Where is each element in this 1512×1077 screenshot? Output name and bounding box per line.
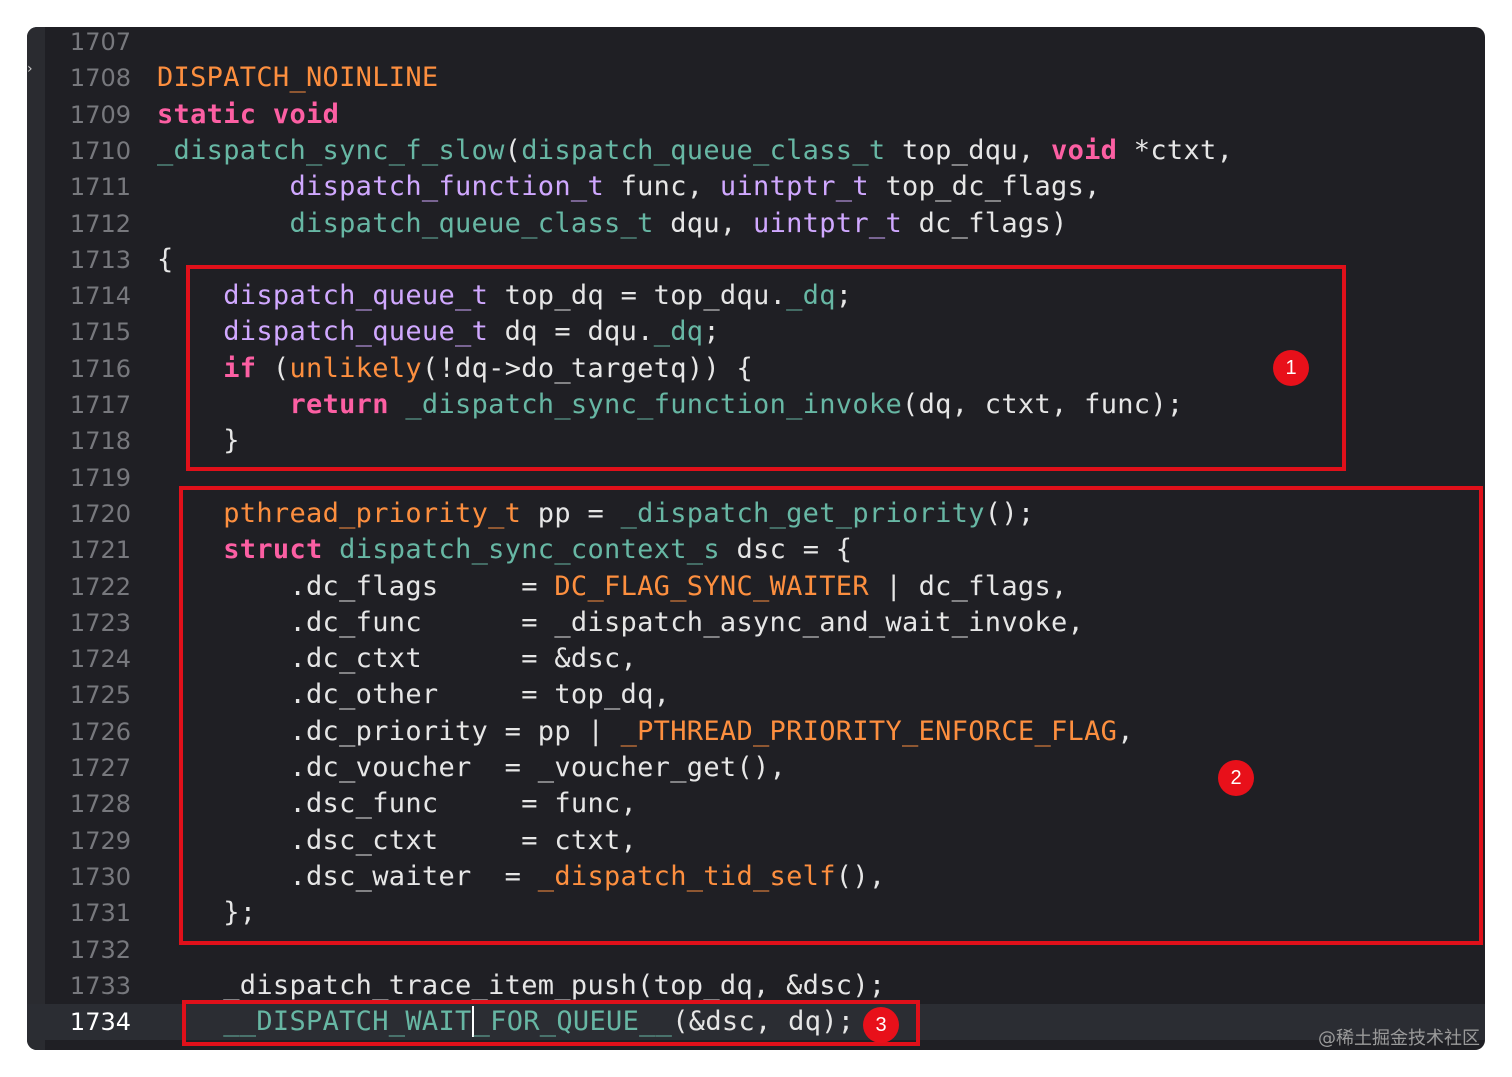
line-number[interactable]: 1715 bbox=[49, 314, 131, 350]
code-line[interactable]: 1708 DISPATCH_NOINLINE bbox=[27, 60, 1485, 96]
code-token: { bbox=[157, 243, 174, 275]
code-token: ( bbox=[504, 134, 522, 166]
line-number[interactable]: 1731 bbox=[49, 895, 131, 931]
code-token: _dispatch_sync_f_slow bbox=[157, 134, 505, 166]
line-number[interactable]: 1733 bbox=[49, 968, 131, 1004]
code-token: dc_flags) bbox=[902, 207, 1068, 239]
watermark: @稀土掘金技术社区 bbox=[1318, 1028, 1480, 1049]
code-line[interactable]: 1711 dispatch_function_t func, uintptr_t… bbox=[27, 169, 1485, 205]
line-number[interactable]: 1708 bbox=[49, 60, 131, 96]
line-number[interactable]: 1722 bbox=[49, 569, 131, 605]
code-text[interactable]: dispatch_queue_class_t dqu, uintptr_t dc… bbox=[157, 206, 1068, 242]
line-number[interactable]: 1713 bbox=[49, 242, 131, 278]
annotation-badge-2: 2 bbox=[1218, 760, 1254, 796]
code-line[interactable]: 1710 _dispatch_sync_f_slow(dispatch_queue… bbox=[27, 133, 1485, 169]
code-token: top_dc_flags, bbox=[868, 171, 1101, 203]
code-text[interactable]: static void bbox=[157, 97, 339, 133]
line-number[interactable]: 1707 bbox=[49, 27, 131, 60]
annotation-badge-3: 3 bbox=[863, 1007, 899, 1043]
code-token: dispatch_function_t bbox=[289, 171, 605, 203]
code-token: void bbox=[272, 98, 340, 130]
line-number[interactable]: 1729 bbox=[49, 823, 131, 859]
highlight-box-3 bbox=[182, 1000, 920, 1046]
line-number[interactable]: 1710 bbox=[49, 133, 131, 169]
code-text[interactable]: _dispatch_trace_item_push(top_dq, &dsc); bbox=[157, 968, 885, 1004]
code-token: dqu, bbox=[653, 207, 754, 239]
line-number[interactable]: 1719 bbox=[49, 460, 131, 496]
code-token: DISPATCH_NOINLINE bbox=[157, 62, 439, 94]
line-number[interactable]: 1727 bbox=[49, 750, 131, 786]
code-token: *ctxt, bbox=[1117, 134, 1234, 166]
code-text[interactable]: DISPATCH_NOINLINE bbox=[157, 60, 438, 96]
code-token: uintptr_t bbox=[753, 207, 903, 239]
line-number[interactable]: 1716 bbox=[49, 351, 131, 387]
code-line[interactable]: 1712 dispatch_queue_class_t dqu, uintptr… bbox=[27, 206, 1485, 242]
code-line[interactable]: 1707 bbox=[27, 27, 1485, 60]
line-number[interactable]: 1709 bbox=[49, 97, 131, 133]
line-number[interactable]: 1712 bbox=[49, 206, 131, 242]
line-number[interactable]: 1721 bbox=[49, 532, 131, 568]
code-token: top_dqu, bbox=[885, 134, 1052, 166]
line-number[interactable]: 1725 bbox=[49, 677, 131, 713]
code-token: dispatch_queue_class_t bbox=[521, 134, 886, 166]
code-editor-window: › 1707 1708 DISPATCH_NOINLINE 1709 static vo… bbox=[27, 27, 1485, 1050]
line-number[interactable]: 1728 bbox=[49, 786, 131, 822]
line-number[interactable]: 1718 bbox=[49, 423, 131, 459]
line-number[interactable]: 1730 bbox=[49, 859, 131, 895]
code-token: void bbox=[1051, 134, 1118, 166]
code-line[interactable]: 1733 _dispatch_trace_item_push(top_dq, &… bbox=[27, 968, 1485, 1004]
line-number[interactable]: 1732 bbox=[49, 932, 131, 968]
line-number[interactable]: 1724 bbox=[49, 641, 131, 677]
code-token: uintptr_t bbox=[719, 171, 869, 203]
line-number[interactable]: 1723 bbox=[49, 605, 131, 641]
highlight-box-2 bbox=[179, 486, 1483, 945]
line-number[interactable]: 1726 bbox=[49, 714, 131, 750]
line-number[interactable]: 1714 bbox=[49, 278, 131, 314]
line-number[interactable]: 1734 bbox=[49, 1004, 131, 1040]
code-text[interactable]: dispatch_function_t func, uintptr_t top_… bbox=[157, 169, 1101, 205]
code-token: dispatch_queue_class_t bbox=[289, 207, 654, 239]
line-number[interactable]: 1717 bbox=[49, 387, 131, 423]
annotation-badge-1: 1 bbox=[1273, 350, 1309, 386]
line-number[interactable]: 1711 bbox=[49, 169, 131, 205]
line-number[interactable]: 1720 bbox=[49, 496, 131, 532]
code-text[interactable]: { bbox=[157, 242, 174, 278]
code-token: static bbox=[157, 98, 257, 130]
code-token: func, bbox=[604, 171, 720, 203]
highlight-box-1 bbox=[186, 265, 1346, 471]
code-text[interactable]: _dispatch_sync_f_slow(dispatch_queue_cla… bbox=[157, 133, 1233, 169]
code-line[interactable]: 1709 static void bbox=[27, 97, 1485, 133]
code-token: _dispatch_trace_item_push(top_dq, &dsc); bbox=[157, 969, 886, 1001]
